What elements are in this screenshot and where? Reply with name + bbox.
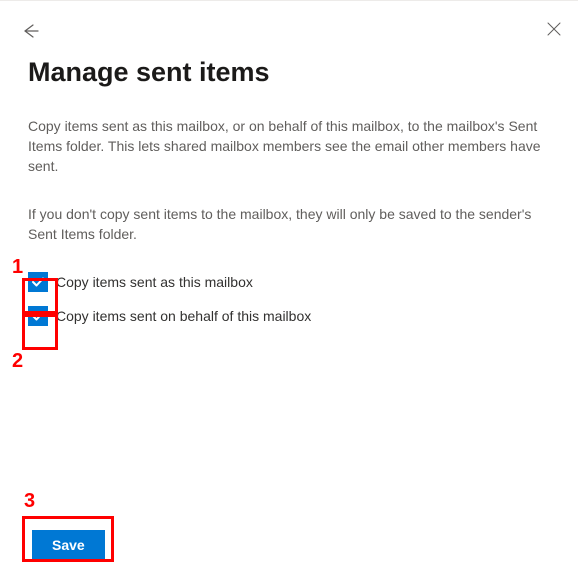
- checkmark-icon: [31, 275, 45, 289]
- checkbox-copy-sent-as[interactable]: [28, 272, 48, 292]
- annotation-number-3: 3: [24, 490, 35, 513]
- checkmark-icon: [31, 309, 45, 323]
- checkbox-copy-sent-on-behalf[interactable]: [28, 306, 48, 326]
- option-copy-sent-on-behalf: Copy items sent on behalf of this mailbo…: [28, 306, 550, 326]
- option-copy-sent-as: Copy items sent as this mailbox: [28, 272, 550, 292]
- arrow-left-icon: [18, 19, 42, 43]
- page-title: Manage sent items: [28, 57, 550, 88]
- panel-content: Manage sent items Copy items sent as thi…: [0, 57, 578, 326]
- description-paragraph-2: If you don't copy sent items to the mail…: [28, 204, 550, 244]
- checkbox-label-copy-sent-as: Copy items sent as this mailbox: [56, 274, 253, 290]
- description-paragraph-1: Copy items sent as this mailbox, or on b…: [28, 116, 550, 176]
- back-button[interactable]: [18, 19, 42, 43]
- checkbox-label-copy-sent-on-behalf: Copy items sent on behalf of this mailbo…: [56, 308, 311, 324]
- close-icon: [544, 19, 564, 39]
- close-button[interactable]: [544, 19, 564, 39]
- actions-bar: Save: [32, 530, 105, 560]
- panel-header: [0, 1, 578, 49]
- save-button[interactable]: Save: [32, 530, 105, 560]
- annotation-number-2: 2: [12, 350, 23, 373]
